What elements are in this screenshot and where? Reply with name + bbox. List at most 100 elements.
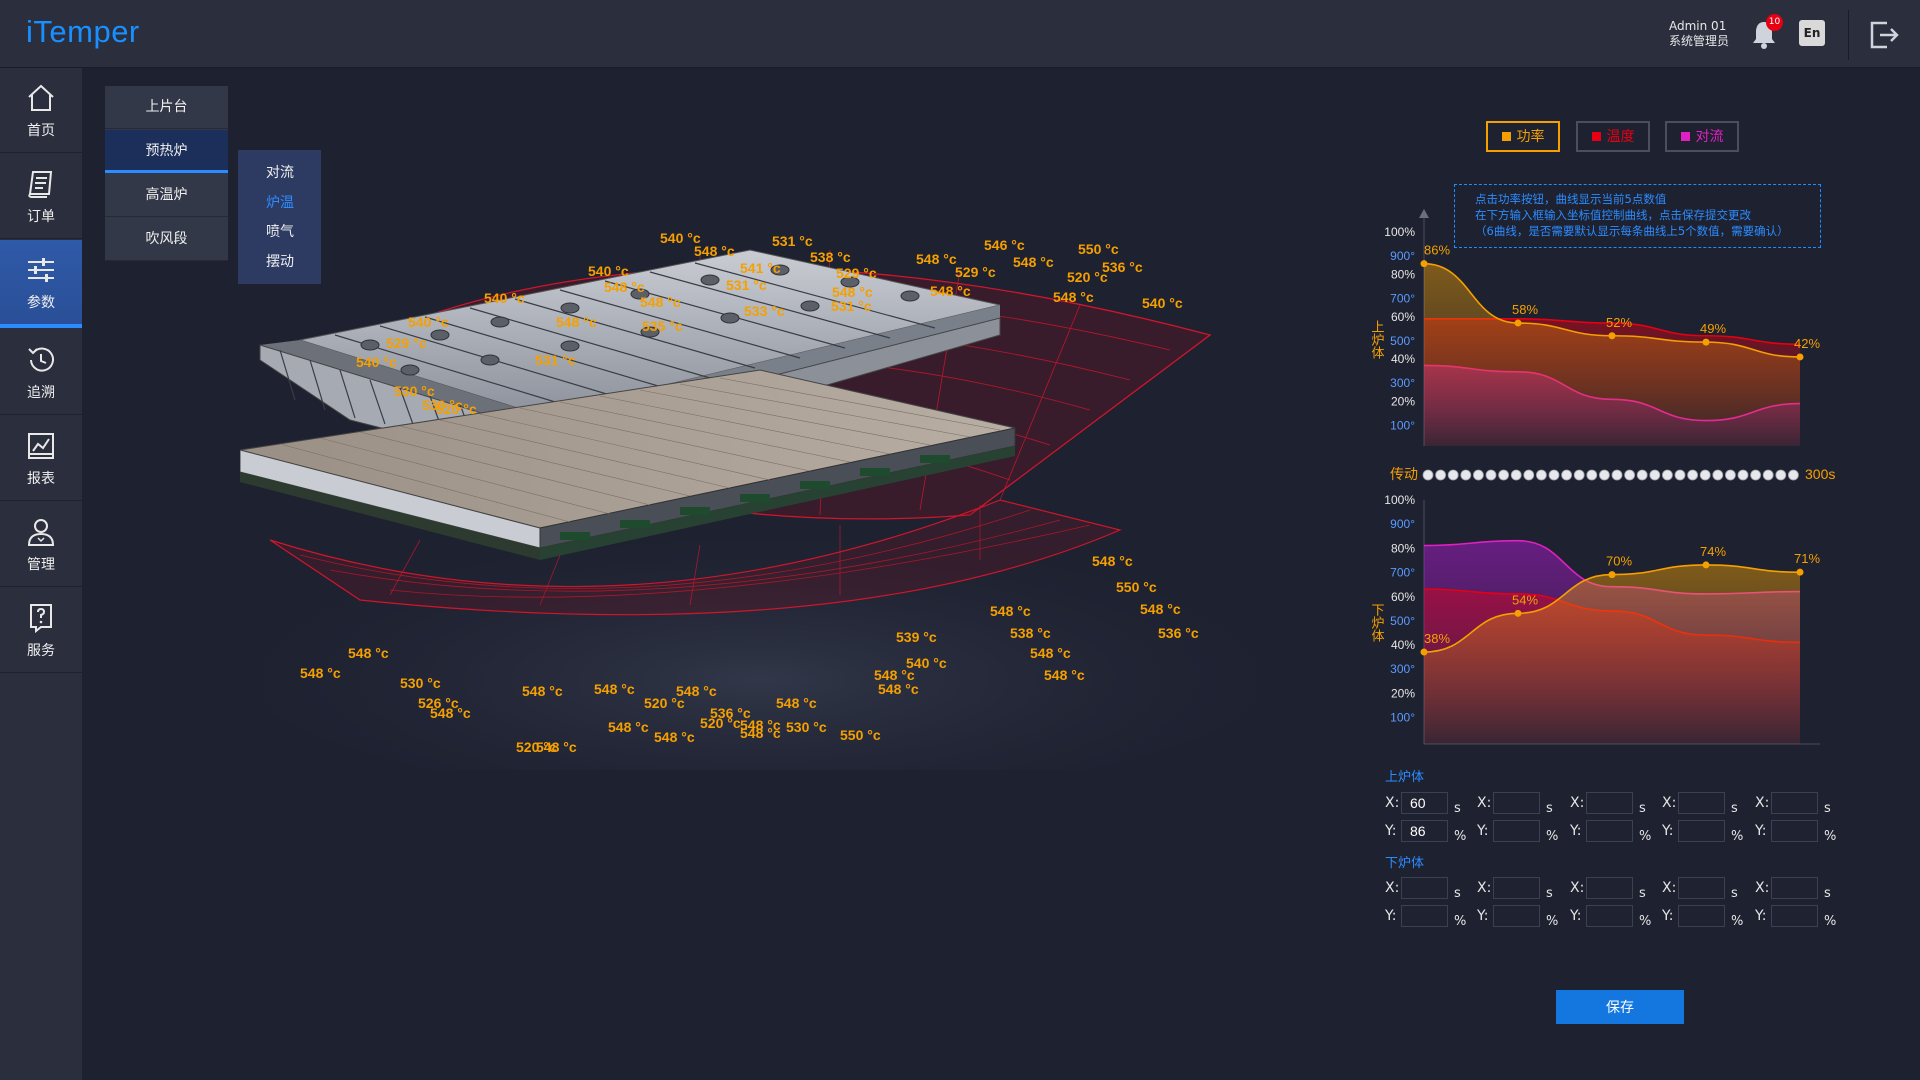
upper-temp-label: 540 °c <box>356 354 397 370</box>
upper-temp-label: 530 °c <box>422 397 463 413</box>
lower-x-input-4[interactable] <box>1678 877 1725 899</box>
sidebar-item-orders[interactable]: 订单 <box>0 154 82 239</box>
lower-x-label: X: <box>1385 880 1400 896</box>
upper-temp-label: 550 °c <box>1078 241 1119 257</box>
transmission-dot <box>1473 469 1484 481</box>
power-point[interactable] <box>1514 609 1522 617</box>
lower-temp-label: 548 °c <box>878 681 919 697</box>
sidebar-item-management[interactable]: 管理 <box>0 502 82 587</box>
upper-temp-label: 538 °c <box>810 249 851 265</box>
upper-temp-label: 531 °c <box>772 233 813 249</box>
upper-furnace-form-title: 上炉体 <box>1385 770 1425 785</box>
transmission-dot <box>1687 469 1699 481</box>
upper-y-input-5[interactable] <box>1771 820 1818 842</box>
lower-y-input-2[interactable] <box>1493 905 1540 927</box>
language-toggle-button[interactable]: En <box>1799 20 1825 46</box>
transmission-track[interactable] <box>1422 469 1799 481</box>
upper-temp-label: 529 °c <box>955 264 996 280</box>
power-point[interactable] <box>1702 561 1710 569</box>
lower-temp-label: 548 °c <box>430 705 471 721</box>
power-point[interactable] <box>1514 319 1522 327</box>
convection-swatch <box>1680 131 1690 141</box>
upper-temp-label: 548 °c <box>930 283 971 299</box>
upper-temp-label: 531 °c <box>535 352 576 368</box>
power-point[interactable] <box>1420 648 1428 656</box>
lower-x-input-1[interactable] <box>1401 877 1448 899</box>
save-button[interactable]: 保存 <box>1556 990 1684 1024</box>
lower-x-input-3[interactable] <box>1586 877 1633 899</box>
legend-power-label: 功率 <box>1516 129 1545 145</box>
lower-x-input-5[interactable] <box>1771 877 1818 899</box>
sidebar-item-reports[interactable]: 报表 <box>0 416 82 501</box>
notification-bell-icon[interactable]: 10 <box>1750 14 1783 50</box>
upper-y-input-2[interactable] <box>1493 820 1540 842</box>
power-point[interactable] <box>1796 353 1804 361</box>
logout-icon[interactable] <box>1867 18 1901 52</box>
power-point[interactable] <box>1420 260 1428 268</box>
submenu-item-preheat-furnace[interactable]: 预热炉 <box>105 130 228 173</box>
legend-temperature-button[interactable]: 温度 <box>1576 121 1650 152</box>
lower-y-input-4[interactable] <box>1678 905 1725 927</box>
transmission-dot <box>1611 469 1623 481</box>
lower-y-label: Y: <box>1570 908 1582 924</box>
legend-convection-button[interactable]: 对流 <box>1665 121 1739 152</box>
sidebar-item-home[interactable]: 首页 <box>0 68 82 153</box>
lower-x-input-2[interactable] <box>1493 877 1540 899</box>
upper-x-label: X: <box>1570 795 1585 811</box>
transmission-dot <box>1636 469 1648 481</box>
upper-y-label: Y: <box>1662 823 1674 839</box>
submenu-item-loading-table[interactable]: 上片台 <box>105 86 228 129</box>
lower-x-unit: s <box>1824 886 1831 901</box>
sidebar-item-service[interactable]: 服务 <box>0 588 82 673</box>
legend-power-button[interactable]: 功率 <box>1486 121 1560 152</box>
submenu-item-convection[interactable]: 对流 <box>266 162 294 182</box>
power-value-label: 52% <box>1606 315 1632 330</box>
power-point[interactable] <box>1608 571 1616 579</box>
user-info[interactable]: Admin 01 系统管理员 <box>1669 19 1759 49</box>
lower-temp-label: 548 °c <box>776 695 817 711</box>
transmission-dot <box>1460 469 1472 481</box>
power-point[interactable] <box>1796 568 1804 576</box>
submenu-item-blowing-section[interactable]: 吹风段 <box>105 218 228 261</box>
y-tick-percent: 100% <box>1384 493 1415 507</box>
submenu-item-high-temp-furnace[interactable]: 高温炉 <box>105 174 228 217</box>
y-tick-temp: 100° <box>1390 419 1415 433</box>
lower-y-label: Y: <box>1385 908 1397 924</box>
transmission-time: 300s <box>1805 466 1835 482</box>
upper-x-input-4[interactable] <box>1678 792 1725 814</box>
power-point[interactable] <box>1702 338 1710 346</box>
sidebar-item-trace[interactable]: 追溯 <box>0 330 82 415</box>
y-tick-percent: 20% <box>1391 687 1415 701</box>
upper-temp-label: 548 °c <box>556 314 597 330</box>
transmission-dot <box>1561 469 1573 481</box>
lower-temp-label: 536 °c <box>1158 625 1199 641</box>
upper-x-input-5[interactable] <box>1771 792 1818 814</box>
lower-y-input-3[interactable] <box>1586 905 1633 927</box>
transmission-dot <box>1649 469 1661 481</box>
lower-y-input-5[interactable] <box>1771 905 1818 927</box>
lower-x-label: X: <box>1570 880 1585 896</box>
upper-x-input-2[interactable] <box>1493 792 1540 814</box>
transmission-dot <box>1624 469 1636 481</box>
submenu-item-furnace-temp[interactable]: 炉温 <box>266 192 294 212</box>
upper-temp-label: 548 °c <box>694 243 735 259</box>
upper-y-input-3[interactable] <box>1586 820 1633 842</box>
upper-x-input-1[interactable] <box>1401 792 1448 814</box>
sidebar-item-label: 服务 <box>27 643 55 659</box>
y-tick-temp: 300° <box>1390 662 1415 676</box>
upper-x-unit: s <box>1546 801 1553 816</box>
y-tick-percent: 60% <box>1391 590 1415 604</box>
lower-y-input-1[interactable] <box>1401 905 1448 927</box>
upper-x-input-3[interactable] <box>1586 792 1633 814</box>
legend-temperature-label: 温度 <box>1606 129 1635 145</box>
user-role: 系统管理员 <box>1669 34 1730 48</box>
power-point[interactable] <box>1608 332 1616 340</box>
upper-y-input-4[interactable] <box>1678 820 1725 842</box>
lower-x-unit: s <box>1731 886 1738 901</box>
sidebar-item-params[interactable]: 参数 <box>0 240 82 328</box>
power-value-label: 86% <box>1424 243 1450 258</box>
power-value-label: 71% <box>1794 551 1820 566</box>
power-value-label: 49% <box>1700 321 1726 336</box>
upper-y-input-1[interactable] <box>1401 820 1448 842</box>
transmission-dot <box>1674 469 1686 481</box>
